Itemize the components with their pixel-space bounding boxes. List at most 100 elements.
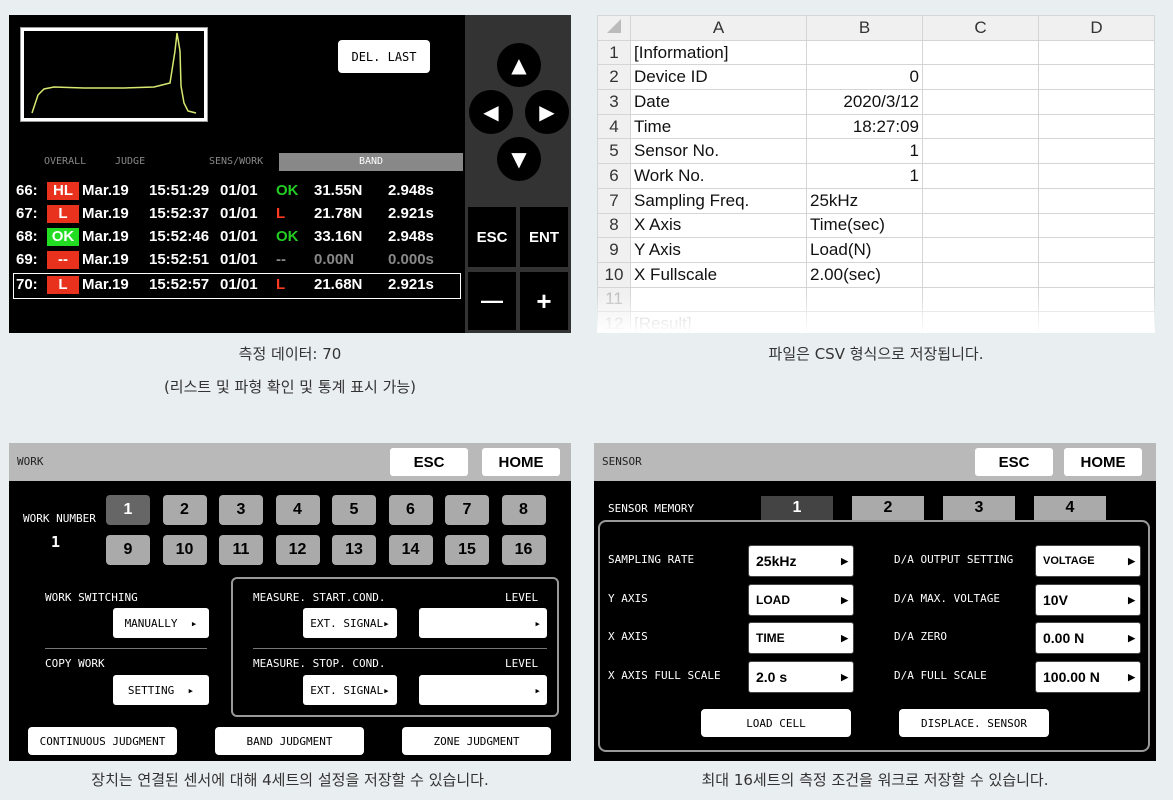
cell-b[interactable]: 1 xyxy=(806,163,923,189)
work-number-button-2[interactable]: 2 xyxy=(162,495,207,525)
plus-button[interactable]: + xyxy=(520,272,568,330)
table-row[interactable]: 67: L Mar.19 15:52:37 01/01 L 21.78N 2.921s xyxy=(14,203,464,226)
row-header[interactable]: 9 xyxy=(597,237,631,263)
esc-button[interactable]: ESC xyxy=(468,207,516,267)
esc-button[interactable]: ESC xyxy=(975,448,1053,476)
work-number-button-10[interactable]: 10 xyxy=(162,535,207,565)
cell-c[interactable] xyxy=(922,163,1039,189)
corner-cell[interactable] xyxy=(597,15,631,41)
continuous-judgment-button[interactable]: CONTINUOUS JUDGMENT xyxy=(28,727,177,755)
work-number-button-9[interactable]: 9 xyxy=(106,535,150,565)
memory-tab-4[interactable]: 4 xyxy=(1034,496,1106,520)
row-header[interactable]: 6 xyxy=(597,163,631,189)
cell-a[interactable]: Device ID xyxy=(630,64,807,91)
left-value-select-1[interactable]: LOAD ▶ xyxy=(748,584,854,616)
cell-a[interactable]: X Axis xyxy=(630,212,807,239)
cell-c[interactable] xyxy=(922,64,1039,91)
start-level-select[interactable]: ▸ xyxy=(419,608,547,638)
left-value-select-2[interactable]: TIME ▶ xyxy=(748,622,854,654)
cell-d[interactable] xyxy=(1038,64,1155,91)
memory-tab-3[interactable]: 3 xyxy=(943,496,1015,520)
cell-c[interactable] xyxy=(922,89,1039,115)
cell-a[interactable]: Sensor No. xyxy=(630,138,807,165)
cell-c[interactable] xyxy=(922,39,1039,66)
table-row[interactable]: 70: L Mar.19 15:52:57 01/01 L 21.68N 2.921s xyxy=(13,273,461,299)
cell-c[interactable] xyxy=(922,212,1039,239)
row-header[interactable]: 5 xyxy=(597,138,631,165)
up-arrow-button[interactable]: ▲ xyxy=(497,43,541,87)
cell-a[interactable]: Sampling Freq. xyxy=(630,187,807,214)
left-value-select-3[interactable]: 2.0 s ▶ xyxy=(748,661,854,693)
work-number-button-1[interactable]: 1 xyxy=(106,495,150,525)
cell-d[interactable] xyxy=(1038,212,1155,239)
cell-a[interactable]: Work No. xyxy=(630,163,807,189)
start-condition-select[interactable]: EXT. SIGNAL ▸ xyxy=(303,608,397,638)
displace-sensor-button[interactable]: DISPLACE. SENSOR xyxy=(899,709,1049,737)
work-switching-select[interactable]: MANUALLY ▸ xyxy=(113,608,209,638)
waveform-graph[interactable] xyxy=(20,27,208,122)
row-header[interactable]: 8 xyxy=(597,212,631,239)
left-value-select-0[interactable]: 25kHz ▶ xyxy=(748,545,854,577)
memory-tab-1[interactable]: 1 xyxy=(761,496,833,520)
cell-a[interactable]: [Information] xyxy=(630,39,807,66)
work-number-button-11[interactable]: 11 xyxy=(219,535,263,565)
down-arrow-button[interactable]: ▼ xyxy=(497,137,541,181)
home-button[interactable]: HOME xyxy=(482,448,560,476)
work-number-button-3[interactable]: 3 xyxy=(219,495,263,525)
work-number-button-16[interactable]: 16 xyxy=(501,535,546,565)
table-row[interactable]: 69: -- Mar.19 15:52:51 01/01 -- 0.00N 0.000s xyxy=(14,249,464,272)
row-header[interactable]: 4 xyxy=(597,113,631,140)
table-row[interactable]: 68: OK Mar.19 15:52:46 01/01 OK 33.16N 2.948s xyxy=(14,226,464,249)
work-number-button-4[interactable]: 4 xyxy=(275,495,320,525)
cell-d[interactable] xyxy=(1038,39,1155,66)
cell-b[interactable]: 2020/3/12 xyxy=(806,89,923,115)
cell-d[interactable] xyxy=(1038,163,1155,189)
cell-b[interactable]: 1 xyxy=(806,138,923,165)
cell-c[interactable] xyxy=(922,187,1039,214)
column-header-c[interactable]: C xyxy=(922,15,1039,41)
work-number-button-15[interactable]: 15 xyxy=(445,535,489,565)
cell-b[interactable]: Time(sec) xyxy=(806,212,923,239)
cell-c[interactable] xyxy=(922,138,1039,165)
cell-d[interactable] xyxy=(1038,187,1155,214)
column-header-b[interactable]: B xyxy=(806,15,923,41)
work-number-button-12[interactable]: 12 xyxy=(275,535,320,565)
cell-b[interactable]: 2.00(sec) xyxy=(806,261,923,288)
cell-c[interactable] xyxy=(922,237,1039,263)
cell-a[interactable]: Time xyxy=(630,113,807,140)
cell-d[interactable] xyxy=(1038,261,1155,288)
row-header[interactable]: 3 xyxy=(597,89,631,115)
minus-button[interactable]: — xyxy=(468,272,516,330)
column-header-a[interactable]: A xyxy=(630,15,807,41)
cell-c[interactable] xyxy=(922,261,1039,288)
row-header[interactable]: 10 xyxy=(597,261,631,288)
stop-condition-select[interactable]: EXT. SIGNAL ▸ xyxy=(303,675,397,705)
right-value-select-1[interactable]: 10V ▶ xyxy=(1035,584,1141,616)
delete-last-button[interactable]: DEL. LAST xyxy=(338,40,430,73)
work-number-button-7[interactable]: 7 xyxy=(445,495,489,525)
cell-b[interactable] xyxy=(806,39,923,66)
row-header[interactable]: 7 xyxy=(597,187,631,214)
memory-tab-2[interactable]: 2 xyxy=(852,496,924,520)
left-arrow-button[interactable]: ◀ xyxy=(469,90,513,134)
zone-judgment-button[interactable]: ZONE JUDGMENT xyxy=(402,727,551,755)
load-cell-button[interactable]: LOAD CELL xyxy=(701,709,851,737)
work-number-button-13[interactable]: 13 xyxy=(332,535,376,565)
table-row[interactable]: 66: HL Mar.19 15:51:29 01/01 OK 31.55N 2.948s xyxy=(14,180,464,203)
home-button[interactable]: HOME xyxy=(1064,448,1142,476)
cell-a[interactable]: Date xyxy=(630,89,807,115)
cell-b[interactable]: 0 xyxy=(806,64,923,91)
band-judgment-button[interactable]: BAND JUDGMENT xyxy=(215,727,364,755)
cell-d[interactable] xyxy=(1038,113,1155,140)
cell-b[interactable]: Load(N) xyxy=(806,237,923,263)
esc-button[interactable]: ESC xyxy=(390,448,468,476)
right-value-select-3[interactable]: 100.00 N ▶ xyxy=(1035,661,1141,693)
stop-level-select[interactable]: ▸ xyxy=(419,675,547,705)
row-header[interactable]: 2 xyxy=(597,64,631,91)
cell-c[interactable] xyxy=(922,113,1039,140)
work-number-button-5[interactable]: 5 xyxy=(332,495,376,525)
cell-b[interactable]: 25kHz xyxy=(806,187,923,214)
cell-d[interactable] xyxy=(1038,138,1155,165)
cell-a[interactable]: Y Axis xyxy=(630,237,807,263)
right-value-select-2[interactable]: 0.00 N ▶ xyxy=(1035,622,1141,654)
